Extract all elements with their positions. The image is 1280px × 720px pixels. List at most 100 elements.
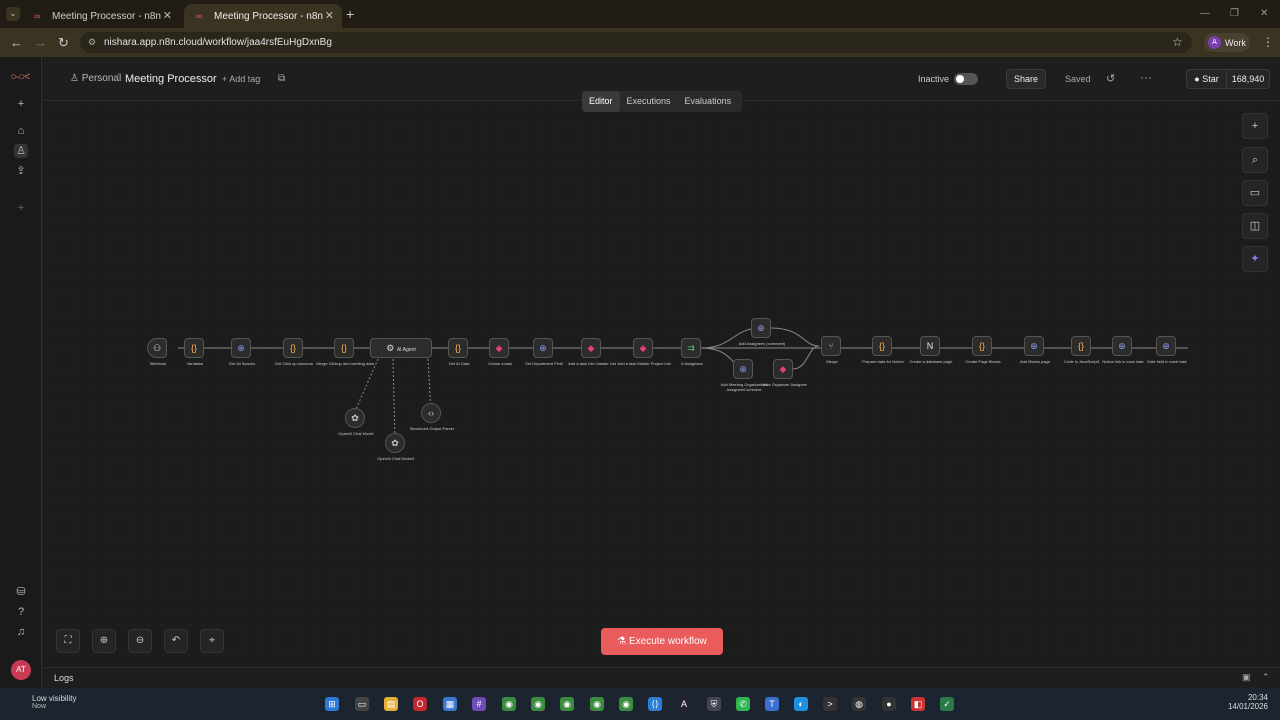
chrome-icon[interactable]: ◉ — [560, 697, 574, 711]
open-external-icon[interactable]: ⧉ — [278, 73, 285, 84]
templates-icon[interactable]: ⛁ — [14, 585, 28, 599]
browser-menu-icon[interactable]: ⋮ — [1262, 35, 1274, 49]
tidy-up-icon[interactable]: ⌖ — [200, 629, 224, 653]
zoom-out-icon[interactable]: ⊖ — [128, 629, 152, 653]
opera-icon[interactable]: O — [413, 697, 427, 711]
github-desktop-icon[interactable]: ● — [882, 697, 896, 711]
node-merge-clickup-meeting[interactable]: {} Merge Clickup and meeting data — [316, 338, 374, 366]
terminal-icon[interactable]: > — [823, 697, 837, 711]
node-add-task-dev-master[interactable]: ◆ Add a task Dev Master List — [568, 338, 616, 366]
workflow-name[interactable]: Meeting Processor — [125, 73, 217, 85]
node-get-clickup-structure[interactable]: {} Get Click up structure — [275, 338, 313, 366]
tab-search-button[interactable]: ⌄ — [6, 7, 20, 21]
personal-icon[interactable]: ♙ — [14, 144, 28, 158]
chevron-up-icon[interactable]: ⌃ — [1262, 672, 1270, 683]
more-options-icon[interactable]: ··· — [1140, 70, 1152, 84]
notifications-icon[interactable]: ♫ — [14, 625, 28, 639]
ai-assistant-icon[interactable]: ✦ — [1242, 246, 1268, 272]
active-toggle[interactable] — [954, 73, 978, 85]
home-icon[interactable]: ⌂ — [14, 124, 28, 138]
chrome-icon[interactable]: ◉ — [590, 697, 604, 711]
node-set-department-field[interactable]: ⊕ Set Department Field — [525, 338, 563, 366]
tab-editor[interactable]: Editor — [582, 91, 620, 112]
node-variables[interactable]: {} Variables — [184, 338, 204, 366]
node-make-organizer-assignee[interactable]: ◆ Make Organizer Assignee — [761, 359, 807, 387]
docker-icon[interactable]: ◐ — [794, 697, 808, 711]
add-tag-button[interactable]: + Add tag — [222, 74, 260, 84]
workflow-canvas[interactable]: ⚇ Webhook {} Variables ⊕ Get All Spaces {} G… — [43, 101, 1280, 667]
node-openai-chat-model1[interactable]: ✿ OpenAI Chat Model1 — [377, 433, 415, 461]
chrome-icon[interactable]: ◉ — [502, 697, 516, 711]
chrome-icon[interactable]: ◉ — [619, 697, 633, 711]
app-icon[interactable]: ◍ — [852, 697, 866, 711]
n8n-logo-icon[interactable]: ○-○< — [10, 71, 30, 83]
node-get-ai-data[interactable]: {} Get AI Data — [448, 338, 469, 366]
app-icon[interactable]: A — [677, 697, 691, 711]
calendar-icon[interactable]: ▦ — [443, 697, 457, 711]
zoom-in-icon[interactable]: ⊕ — [92, 629, 116, 653]
app-icon[interactable]: ⛨ — [707, 697, 721, 711]
new-tab-icon[interactable]: + — [346, 6, 354, 22]
close-tab-icon[interactable]: ✕ — [325, 9, 334, 22]
forward-icon[interactable]: → — [34, 35, 47, 50]
node-prepare-notion[interactable]: {} Prepare data for Notion — [862, 336, 904, 364]
minimize-icon[interactable]: — — [1200, 8, 1210, 19]
node-create-page-blocks[interactable]: {} Create Page Blocks — [965, 336, 1001, 364]
task-view-icon[interactable]: ▭ — [355, 697, 369, 711]
share-button[interactable]: Share — [1006, 69, 1046, 89]
help-icon[interactable]: ? — [14, 605, 28, 619]
node-code-javascript1[interactable]: {} Code in JavaScript1 — [1064, 336, 1100, 364]
shared-icon[interactable]: ⇪ — [14, 164, 28, 178]
site-info-icon[interactable]: ⚙ — [88, 37, 96, 48]
close-tab-icon[interactable]: ✕ — [163, 9, 172, 22]
slack-icon[interactable]: # — [472, 697, 486, 711]
vscode-icon[interactable]: ⟨⟩ — [648, 697, 662, 711]
panel-icon[interactable]: ◫ — [1242, 213, 1268, 239]
whatsapp-icon[interactable]: ✆ — [736, 697, 750, 711]
add-project-icon[interactable]: + — [14, 201, 28, 215]
history-icon[interactable]: ↺ — [1106, 72, 1115, 85]
node-openai-chat-model[interactable]: ✿ OpenAI Chat Model — [338, 408, 374, 436]
node-add-task-master-project[interactable]: ◆ Add a task Master Project List — [617, 338, 671, 366]
undo-icon[interactable]: ↶ — [164, 629, 188, 653]
execute-workflow-button[interactable]: ⚗ Execute workflow — [601, 628, 723, 655]
profile-button[interactable]: A Work — [1204, 33, 1250, 52]
weather-widget[interactable]: Low visibility Now — [12, 694, 76, 710]
node-create-task[interactable]: ◆ Create a task — [488, 338, 512, 366]
breadcrumb-project[interactable]: ♙ Personal — [70, 73, 121, 84]
maximize-icon[interactable]: ❐ — [1230, 8, 1239, 19]
github-star-button[interactable]: ● Star 168,940 — [1186, 69, 1270, 89]
add-icon[interactable]: + — [14, 97, 28, 111]
add-node-icon[interactable]: + — [1242, 113, 1268, 139]
node-merge[interactable]: ⑂ Merge — [821, 336, 841, 364]
logs-panel-bar[interactable]: Logs ▣ ⌃ — [42, 667, 1280, 688]
node-structured-output-parser[interactable]: ‹› Structured Output Parser — [410, 403, 454, 431]
tab-evaluations[interactable]: Evaluations — [678, 91, 739, 112]
node-add-assignees-comment[interactable]: ⊕ Add Assignees (comment) — [739, 318, 785, 346]
close-window-icon[interactable]: ✕ — [1260, 8, 1268, 19]
node-create-database-page[interactable]: N Create a database page — [910, 336, 952, 364]
node-date-field-each-task[interactable]: ⊕ Date field in each task — [1147, 336, 1187, 364]
node-if-assignees[interactable]: ⇉ If Assignees — [681, 338, 703, 366]
node-ai-agent[interactable]: ⚙ AI Agent — [370, 338, 432, 358]
teams-icon[interactable]: T — [765, 697, 779, 711]
user-avatar[interactable]: AT — [11, 660, 31, 680]
app-icon[interactable]: ◧ — [911, 697, 925, 711]
start-icon[interactable]: ⊞ — [325, 697, 339, 711]
back-icon[interactable]: ← — [10, 35, 23, 50]
url-text[interactable]: nishara.app.n8n.cloud/workflow/jaa4rsfEu… — [104, 37, 332, 48]
node-notion-link-each-task[interactable]: ⊕ Notion link in each task — [1102, 336, 1144, 364]
chrome-icon[interactable]: ◉ — [531, 697, 545, 711]
node-webhook[interactable]: ⚇ Webhook — [147, 338, 167, 366]
popout-icon[interactable]: ▣ — [1242, 672, 1251, 683]
node-get-all-spaces[interactable]: ⊕ Get All Spaces — [229, 338, 255, 366]
reload-icon[interactable]: ↻ — [58, 35, 69, 51]
browser-tab[interactable]: ∞ Meeting Processor - n8n ✕ — [22, 4, 180, 28]
node-add-meeting-organizer[interactable]: ⊕ Add Meeting Organizer As Assignee/Comme… — [721, 359, 767, 392]
node-add-blocks-page[interactable]: ⊕ Add Blocks page — [1020, 336, 1050, 364]
system-clock[interactable]: 20:34 14/01/2026 — [1222, 693, 1268, 711]
browser-tab-active[interactable]: ∞ Meeting Processor - n8n ✕ — [184, 4, 342, 28]
search-icon[interactable]: ⌕ — [1242, 147, 1268, 173]
bookmark-star-icon[interactable]: ☆ — [1172, 35, 1183, 49]
tab-executions[interactable]: Executions — [620, 91, 678, 112]
